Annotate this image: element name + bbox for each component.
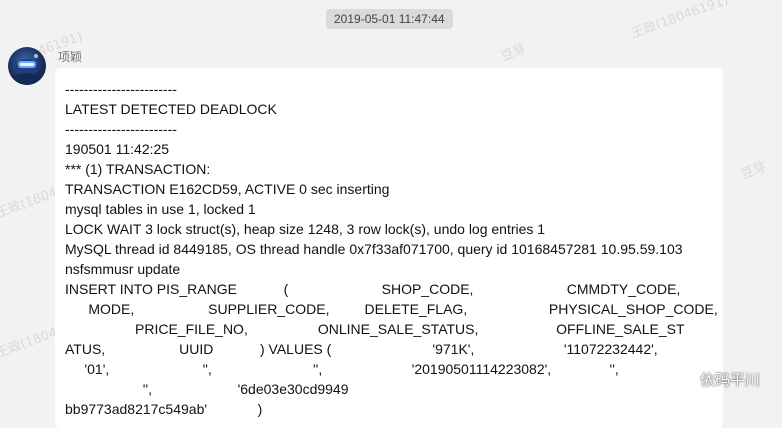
watermark-text: 豆芽 [738,159,769,183]
message-line: ------------------------ [65,81,177,97]
robot-avatar-icon [14,54,40,85]
message-line: LATEST DETECTED DEADLOCK [65,101,277,117]
brand-watermark: 依码平川 [673,369,760,390]
message-bubble[interactable]: ------------------------ LATEST DETECTED… [55,68,723,428]
message-line: MySQL thread id 8449185, OS thread handl… [65,241,683,257]
message-line: '', '6de03e30cd9949 [65,381,349,397]
watermark-text: 王政(18046191) [629,0,731,42]
message-line: mysql tables in use 1, locked 1 [65,201,256,217]
watermark-text: 豆芽 [498,41,529,65]
message-line: bb9773ad8217c549ab' ) [65,401,263,417]
message-line: 190501 11:42:25 [65,141,170,157]
message-line: nsfsmmusr update [65,261,181,277]
message-line: ATUS, UUID ) VALUES ( '971K', '110722324… [65,341,658,357]
message-line: PRICE_FILE_NO, ONLINE_SALE_STATUS, OFFLI… [65,321,685,337]
brand-label: 依码平川 [699,371,760,389]
message-line: MODE, SUPPLIER_CODE, DELETE_FLAG, PHYSIC… [65,301,718,317]
sender-name: 项颖 [58,50,83,64]
sender-avatar[interactable] [8,47,46,85]
wechat-icon [673,371,695,388]
message-line: *** (1) TRANSACTION: [65,161,211,177]
message-line: ------------------------ [65,121,177,137]
watermark-text: 王政(1804 [0,185,60,222]
message-line: INSERT INTO PIS_RANGE ( SHOP_CODE, CMMDT… [65,281,681,297]
message-text: ------------------------ LATEST DETECTED… [55,68,723,419]
message-line: TRANSACTION E162CD59, ACTIVE 0 sec inser… [65,181,390,197]
message-timestamp: 2019-05-01 11:47:44 [326,9,453,29]
message-line: LOCK WAIT 3 lock struct(s), heap size 12… [65,221,546,237]
watermark-text: 王政(1804 [0,325,60,362]
message-line: '01', '', '', '20190501114223082', '', [65,361,619,377]
